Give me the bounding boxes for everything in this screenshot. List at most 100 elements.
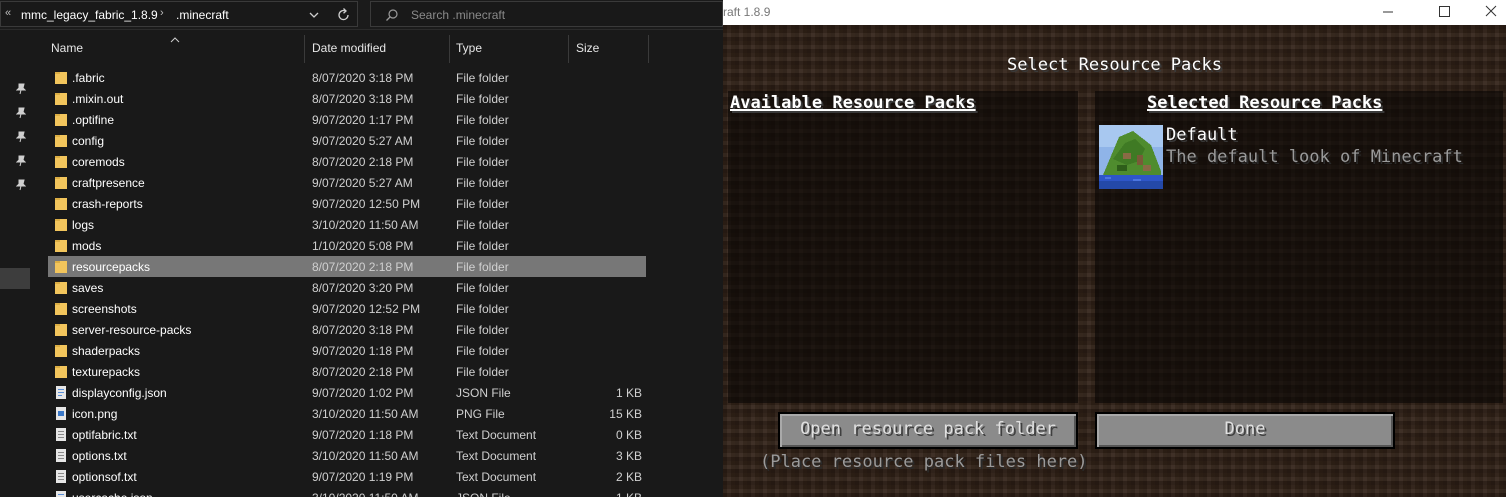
file-row[interactable]: server-resource-packs 8/07/2020 3:18 PM Fi… (48, 319, 646, 340)
file-type: File folder (456, 260, 509, 274)
file-row[interactable]: .mixin.out 8/07/2020 3:18 PM File folder (48, 88, 646, 109)
folder-icon (54, 70, 68, 85)
column-divider[interactable] (568, 35, 569, 63)
file-type: JSON File (456, 491, 511, 497)
file-type: JSON File (456, 386, 511, 400)
file-row[interactable]: shaderpacks 9/07/2020 1:18 PM File folder (48, 340, 646, 361)
address-bar[interactable]: « mmc_legacy_fabric_1.8.9 › .minecraft (0, 1, 358, 27)
minimize-icon[interactable] (1365, 2, 1411, 22)
file-name: usercache.json (72, 491, 153, 497)
pack-name[interactable]: Default (1166, 125, 1238, 145)
file-name: logs (72, 218, 95, 232)
file-row[interactable]: crash-reports 9/07/2020 12:50 PM File fold… (48, 193, 646, 214)
breadcrumb-separator-icon[interactable]: › (160, 7, 164, 19)
file-name: icon.png (72, 407, 118, 421)
file-type: Text Document (456, 470, 537, 484)
available-packs-panel[interactable]: Available Resource Packs (728, 91, 1078, 403)
file-name: optifabric.txt (72, 428, 137, 442)
file-row[interactable]: .fabric 8/07/2020 3:18 PM File folder (48, 67, 646, 88)
pin-icon[interactable] (15, 178, 27, 191)
file-type: File folder (456, 92, 509, 106)
vertical-scrollbar[interactable] (715, 31, 723, 497)
file-type: PNG File (456, 407, 505, 421)
breadcrumb-segment[interactable]: .minecraft (176, 8, 229, 22)
close-icon[interactable] (1468, 2, 1506, 22)
file-type: Text Document (456, 428, 537, 442)
file-name: shaderpacks (72, 344, 141, 358)
pin-icon[interactable] (15, 130, 27, 143)
pin-icon[interactable] (15, 154, 27, 167)
selected-packs-panel[interactable]: Selected Resource Packs Default The defa… (1095, 91, 1503, 403)
column-divider[interactable] (648, 35, 649, 63)
file-date-modified: 1/10/2020 5:08 PM (312, 239, 414, 253)
search-icon (385, 8, 399, 27)
maximize-icon[interactable] (1421, 2, 1467, 22)
pack-thumbnail-icon[interactable] (1099, 125, 1163, 189)
file-date-modified: 9/07/2020 1:02 PM (312, 386, 414, 400)
text-file-icon (54, 427, 68, 442)
window-titlebar[interactable]: raft 1.8.9 (723, 0, 1506, 25)
file-type: File folder (456, 71, 509, 85)
file-name: mods (72, 239, 102, 253)
done-button[interactable]: Done (1095, 412, 1395, 449)
address-bar-row: « mmc_legacy_fabric_1.8.9 › .minecraft S… (0, 0, 723, 30)
search-input[interactable]: Search .minecraft (370, 1, 723, 27)
column-header-date[interactable]: Date modified (312, 41, 386, 55)
file-name: server-resource-packs (72, 323, 192, 337)
pack-description: The default look of Minecraft (1166, 147, 1463, 167)
nav-selected-item[interactable] (0, 268, 30, 289)
folder-icon (54, 343, 68, 358)
window-title: raft 1.8.9 (723, 5, 771, 19)
breadcrumb-segment[interactable]: mmc_legacy_fabric_1.8.9 (21, 8, 158, 22)
file-type: File folder (456, 323, 509, 337)
file-size: 15 KB (609, 407, 642, 421)
address-dropdown-icon[interactable] (305, 5, 323, 25)
file-date-modified: 9/07/2020 5:27 AM (312, 134, 413, 148)
column-header-row: Name Date modified Type Size (36, 31, 723, 63)
file-row[interactable]: icon.png 3/10/2020 11:50 AM PNG File 15 KB (48, 403, 646, 424)
overflow-chevron-icon[interactable]: « (5, 7, 11, 19)
file-type: File folder (456, 281, 509, 295)
screen-title: Select Resource Packs (1007, 55, 1222, 75)
file-row[interactable]: craftpresence 9/07/2020 5:27 AM File folde… (48, 172, 646, 193)
file-size: 2 KB (615, 470, 642, 484)
file-name: saves (72, 281, 104, 295)
column-header-name[interactable]: Name (51, 41, 83, 55)
file-row[interactable]: logs 3/10/2020 11:50 AM File folder (48, 214, 646, 235)
file-type: File folder (456, 134, 509, 148)
folder-icon (54, 196, 68, 211)
column-header-type[interactable]: Type (456, 41, 482, 55)
file-row[interactable]: config 9/07/2020 5:27 AM File folder (48, 130, 646, 151)
file-name: screenshots (72, 302, 137, 316)
file-row[interactable]: texturepacks 8/07/2020 2:18 PM File folder (48, 361, 646, 382)
file-row[interactable]: saves 8/07/2020 3:20 PM File folder (48, 277, 646, 298)
file-explorer-window: « mmc_legacy_fabric_1.8.9 › .minecraft S… (0, 0, 723, 497)
file-size: 0 KB (615, 428, 642, 442)
file-row[interactable]: optionsof.txt 9/07/2020 1:19 PM Text Docum… (48, 466, 646, 487)
file-row[interactable]: displayconfig.json 9/07/2020 1:02 PM JSON … (48, 382, 646, 403)
json-file-icon (54, 490, 68, 497)
pin-icon[interactable] (15, 82, 27, 95)
minecraft-window: raft 1.8.9 Select Resource Packs Availab… (723, 0, 1506, 497)
file-row[interactable]: resourcepacks 8/07/2020 2:18 PM File folde… (48, 256, 646, 277)
column-divider[interactable] (449, 35, 450, 63)
pack-folder-hint: (Place resource pack files here) (760, 452, 1088, 472)
file-row[interactable]: screenshots 9/07/2020 12:52 PM File folder (48, 298, 646, 319)
file-row[interactable]: optifabric.txt 9/07/2020 1:18 PM Text Docu… (48, 424, 646, 445)
file-name: config (72, 134, 105, 148)
pin-icon[interactable] (15, 106, 27, 119)
file-date-modified: 9/07/2020 5:27 AM (312, 176, 413, 190)
file-row[interactable]: usercache.json 3/10/2020 11:50 AM JSON Fil… (48, 487, 646, 497)
file-type: File folder (456, 155, 509, 169)
refresh-icon[interactable] (333, 5, 355, 25)
column-divider[interactable] (304, 35, 305, 63)
file-row[interactable]: .optifine 9/07/2020 1:17 PM File folder (48, 109, 646, 130)
column-header-size[interactable]: Size (576, 41, 599, 55)
file-date-modified: 3/10/2020 11:50 AM (312, 407, 419, 421)
file-row[interactable]: mods 1/10/2020 5:08 PM File folder (48, 235, 646, 256)
file-row[interactable]: options.txt 3/10/2020 11:50 AM Text Docume… (48, 445, 646, 466)
file-row[interactable]: coremods 8/07/2020 2:18 PM File folder (48, 151, 646, 172)
open-pack-folder-button[interactable]: Open resource pack folder (778, 412, 1078, 449)
file-date-modified: 3/10/2020 11:50 AM (312, 449, 419, 463)
file-type: File folder (456, 218, 509, 232)
